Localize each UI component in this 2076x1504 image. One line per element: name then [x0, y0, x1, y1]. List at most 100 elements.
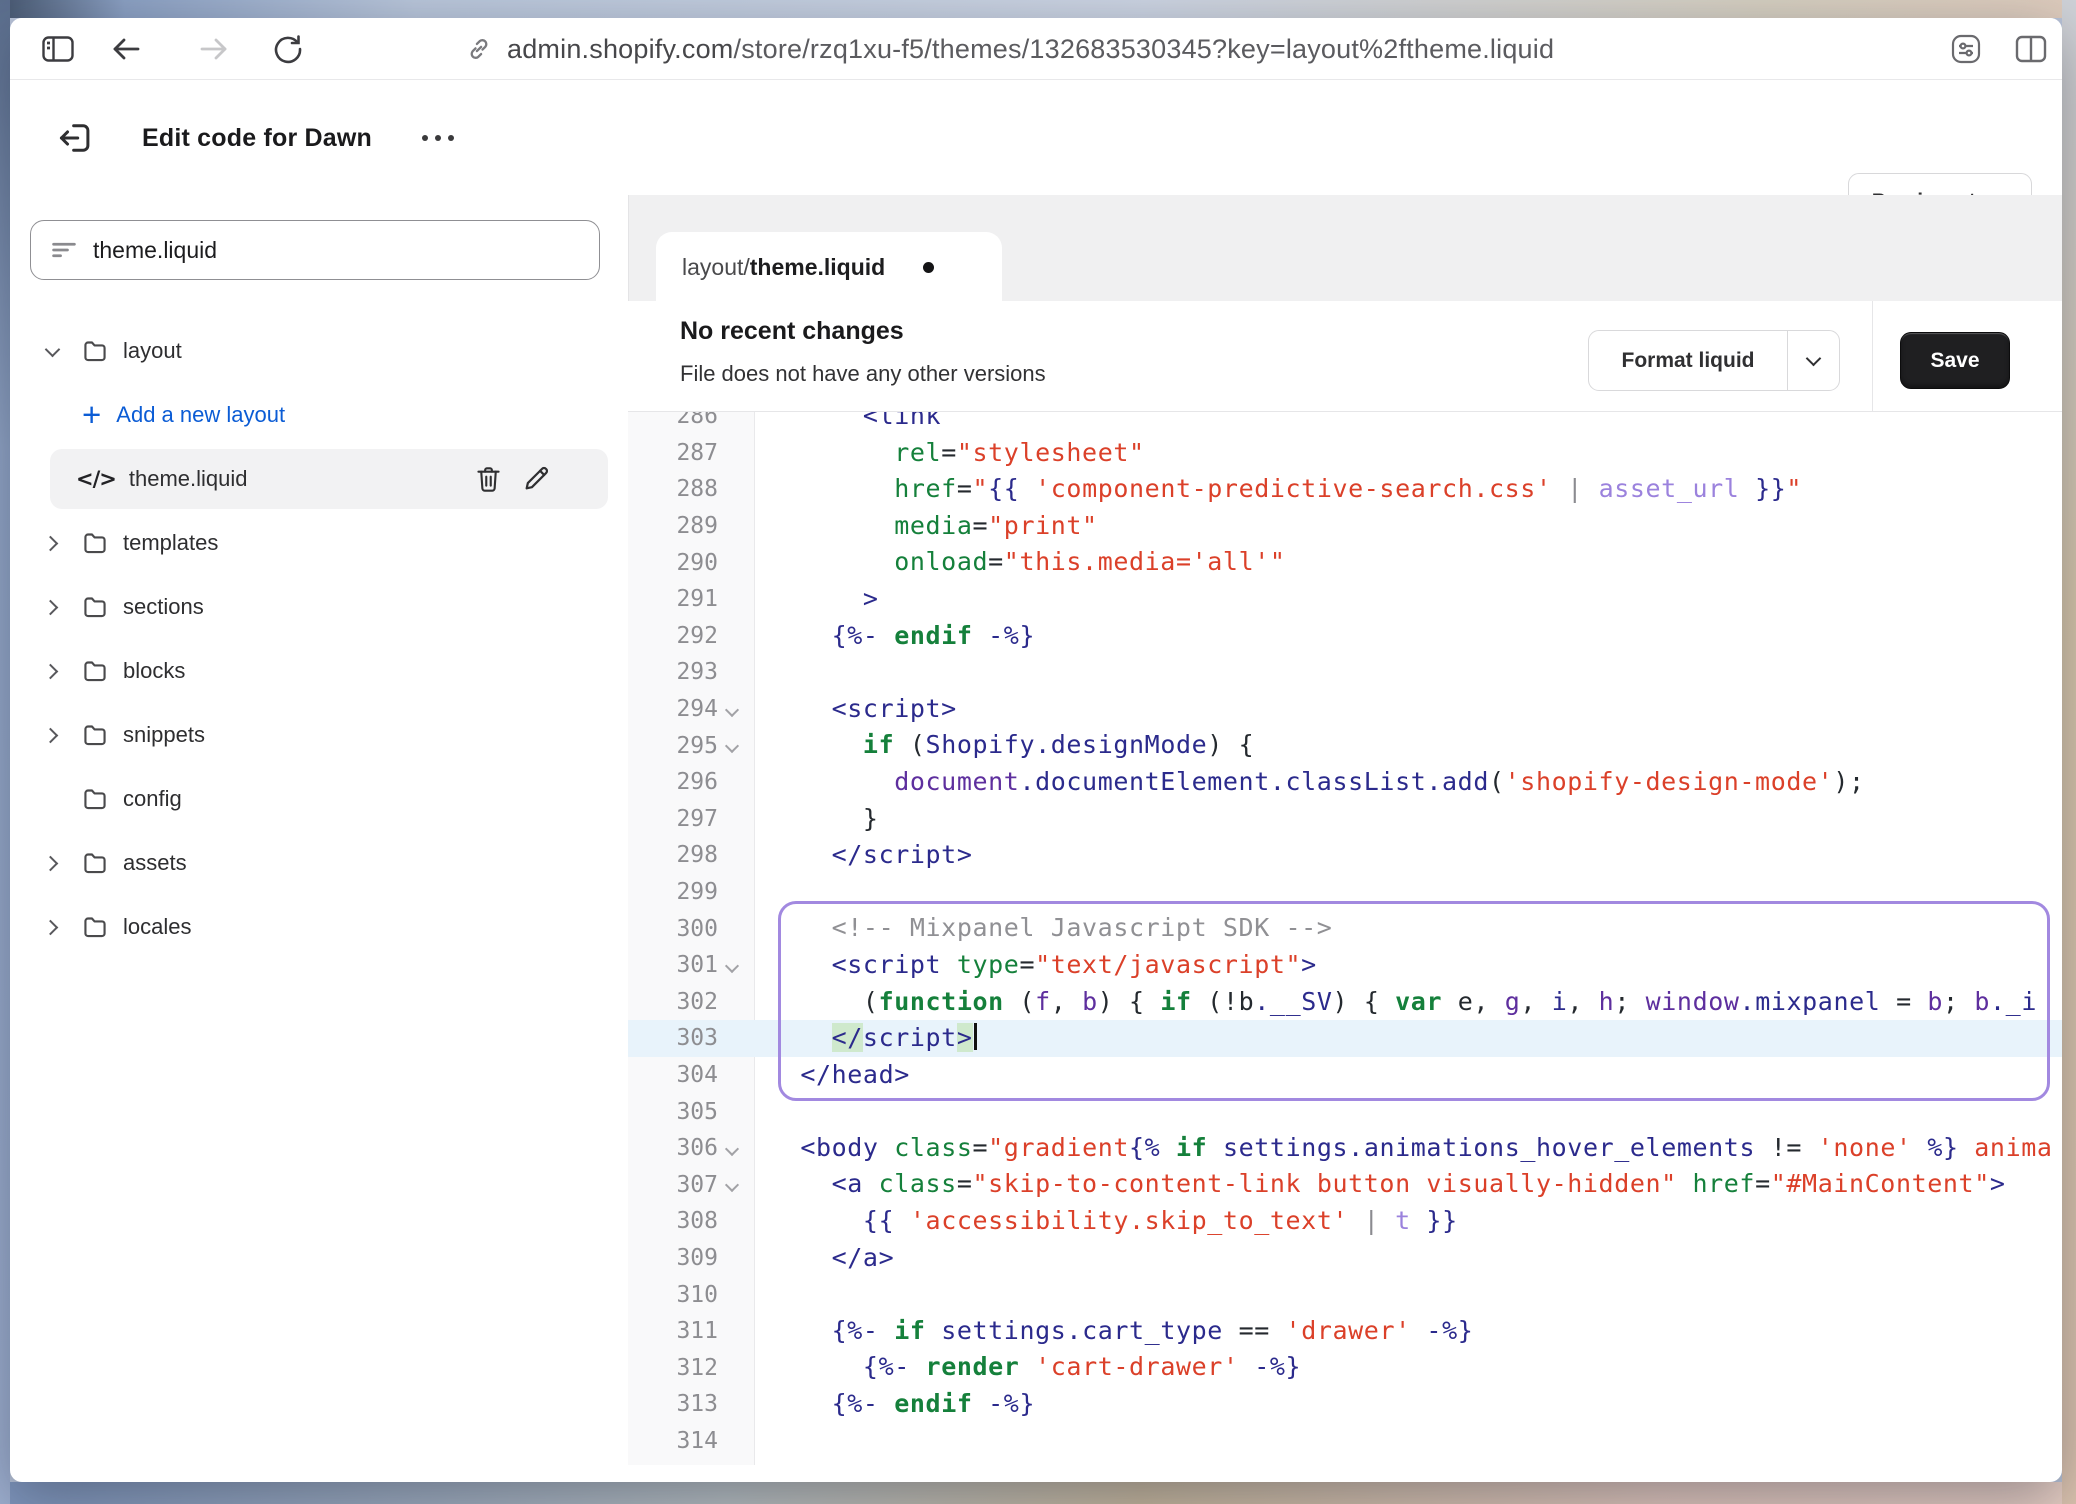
code-line-301[interactable]: 301 <script type="text/javascript"> — [628, 947, 2062, 984]
code-text[interactable]: {%- endif -%} — [755, 618, 1035, 655]
fold-chevron-icon[interactable] — [727, 705, 736, 714]
code-line-309[interactable]: 309 </a> — [628, 1240, 2062, 1277]
split-view-icon[interactable] — [2008, 18, 2054, 80]
code-line-287[interactable]: 287 rel="stylesheet" — [628, 435, 2062, 472]
code-area[interactable]: 286 <link287 rel="stylesheet"288 href="{… — [628, 412, 2062, 1465]
search-input[interactable] — [93, 237, 533, 264]
rename-file-icon[interactable] — [522, 465, 550, 493]
code-line-300[interactable]: 300 <!-- Mixpanel Javascript SDK --> — [628, 910, 2062, 947]
code-text[interactable] — [755, 1276, 769, 1313]
code-line-314[interactable]: 314 — [628, 1423, 2062, 1460]
sidebar-action-add-a-new-layout[interactable]: +Add a new layout — [10, 383, 628, 447]
code-line-288[interactable]: 288 href="{{ 'component-predictive-searc… — [628, 471, 2062, 508]
sidebar-toggle-icon[interactable] — [38, 18, 78, 80]
code-line-307[interactable]: 307 <a class="skip-to-content-link butto… — [628, 1166, 2062, 1203]
code-text[interactable]: <script type="text/javascript"> — [755, 947, 1317, 984]
code-line-298[interactable]: 298 </script> — [628, 837, 2062, 874]
code-text[interactable]: } — [755, 801, 879, 838]
more-menu-button[interactable] — [410, 123, 466, 153]
code-text[interactable]: document.documentElement.classList.add('… — [755, 764, 1865, 801]
code-text[interactable] — [755, 874, 769, 911]
code-line-306[interactable]: 306 <body class="gradient{% if settings.… — [628, 1130, 2062, 1167]
code-text[interactable] — [755, 1093, 769, 1130]
code-line-290[interactable]: 290 onload="this.media='all'" — [628, 544, 2062, 581]
code-lines[interactable]: 286 <link287 rel="stylesheet"288 href="{… — [628, 412, 2062, 1459]
code-line-291[interactable]: 291 > — [628, 581, 2062, 618]
code-line-304[interactable]: 304 </head> — [628, 1057, 2062, 1094]
code-text[interactable]: {%- render 'cart-drawer' -%} — [755, 1349, 1301, 1386]
code-line-310[interactable]: 310 — [628, 1276, 2062, 1313]
sidebar-folder-locales[interactable]: locales — [10, 895, 628, 959]
exit-icon[interactable] — [55, 118, 95, 158]
code-text[interactable]: rel="stylesheet" — [755, 435, 1145, 472]
code-line-295[interactable]: 295 if (Shopify.designMode) { — [628, 727, 2062, 764]
code-line-286[interactable]: 286 <link — [628, 412, 2062, 435]
code-line-299[interactable]: 299 — [628, 874, 2062, 911]
code-text[interactable]: {%- endif -%} — [755, 1386, 1035, 1423]
chevron-right-icon[interactable] — [46, 537, 59, 550]
delete-file-icon[interactable] — [475, 465, 502, 494]
chevron-right-icon[interactable] — [46, 921, 59, 934]
page-settings-icon[interactable] — [1943, 18, 1989, 80]
back-icon[interactable] — [106, 18, 146, 80]
sidebar-folder-assets[interactable]: assets — [10, 831, 628, 895]
code-text[interactable]: {%- if settings.cart_type == 'drawer' -%… — [755, 1313, 1473, 1350]
sidebar-folder-snippets[interactable]: snippets — [10, 703, 628, 767]
code-text[interactable] — [755, 654, 769, 691]
sidebar-folder-layout[interactable]: layout — [10, 319, 628, 383]
code-line-297[interactable]: 297 } — [628, 801, 2062, 838]
format-liquid-button[interactable]: Format liquid — [1588, 330, 1840, 391]
code-text[interactable]: > — [755, 581, 879, 618]
code-line-293[interactable]: 293 — [628, 654, 2062, 691]
code-line-308[interactable]: 308 {{ 'accessibility.skip_to_text' | t … — [628, 1203, 2062, 1240]
code-line-302[interactable]: 302 (function (f, b) { if (!b.__SV) { va… — [628, 984, 2062, 1021]
forward-icon[interactable] — [194, 18, 234, 80]
code-text[interactable]: if (Shopify.designMode) { — [755, 727, 1254, 764]
format-options-button[interactable] — [1788, 331, 1839, 390]
code-text[interactable]: {{ 'accessibility.skip_to_text' | t }} — [755, 1203, 1458, 1240]
sidebar-folder-config[interactable]: config — [10, 767, 628, 831]
sidebar-file-theme.liquid[interactable]: </>theme.liquid — [10, 447, 628, 511]
chevron-right-icon[interactable] — [46, 601, 59, 614]
chevron-right-icon[interactable] — [46, 665, 59, 678]
address-bar[interactable]: admin.shopify.com/store/rzq1xu-f5/themes… — [465, 18, 1554, 80]
sidebar-folder-templates[interactable]: templates — [10, 511, 628, 575]
chevron-right-icon[interactable] — [46, 729, 59, 742]
code-text[interactable]: <body class="gradient{% if settings.anim… — [755, 1130, 2053, 1167]
fold-chevron-icon[interactable] — [727, 1180, 736, 1189]
code-line-303[interactable]: 303 </script> — [628, 1020, 2062, 1057]
url-text[interactable]: admin.shopify.com/store/rzq1xu-f5/themes… — [507, 34, 1554, 65]
code-line-296[interactable]: 296 document.documentElement.classList.a… — [628, 764, 2062, 801]
code-line-292[interactable]: 292 {%- endif -%} — [628, 618, 2062, 655]
code-text[interactable]: </script> — [755, 837, 972, 874]
code-text[interactable]: </head> — [755, 1057, 910, 1094]
code-line-289[interactable]: 289 media="print" — [628, 508, 2062, 545]
code-text[interactable]: </script> — [755, 1020, 977, 1057]
code-text[interactable]: href="{{ 'component-predictive-search.cs… — [755, 471, 1802, 508]
code-text[interactable]: <link — [755, 412, 941, 435]
sidebar-folder-blocks[interactable]: blocks — [10, 639, 628, 703]
reload-icon[interactable] — [268, 18, 308, 80]
code-text[interactable]: <!-- Mixpanel Javascript SDK --> — [755, 910, 1332, 947]
chevron-right-icon[interactable] — [46, 857, 59, 870]
code-line-294[interactable]: 294 <script> — [628, 691, 2062, 728]
code-text[interactable]: <a class="skip-to-content-link button vi… — [755, 1166, 2006, 1203]
code-text[interactable] — [755, 1423, 769, 1460]
code-line-311[interactable]: 311 {%- if settings.cart_type == 'drawer… — [628, 1313, 2062, 1350]
code-text[interactable]: <script> — [755, 691, 957, 728]
code-text[interactable]: media="print" — [755, 508, 1098, 545]
chevron-down-icon[interactable] — [46, 345, 59, 358]
code-text[interactable]: onload="this.media='all'" — [755, 544, 1286, 581]
sidebar-folder-sections[interactable]: sections — [10, 575, 628, 639]
fold-chevron-icon[interactable] — [727, 741, 736, 750]
code-line-305[interactable]: 305 — [628, 1093, 2062, 1130]
code-line-312[interactable]: 312 {%- render 'cart-drawer' -%} — [628, 1349, 2062, 1386]
code-text[interactable]: </a> — [755, 1240, 894, 1277]
code-text[interactable]: (function (f, b) { if (!b.__SV) { var e,… — [755, 984, 2037, 1021]
save-button[interactable]: Save — [1900, 332, 2010, 389]
code-line-313[interactable]: 313 {%- endif -%} — [628, 1386, 2062, 1423]
file-search-box[interactable] — [30, 220, 600, 280]
fold-chevron-icon[interactable] — [727, 961, 736, 970]
tab-theme-liquid[interactable]: layout/theme.liquid — [656, 232, 1002, 302]
fold-chevron-icon[interactable] — [727, 1144, 736, 1153]
